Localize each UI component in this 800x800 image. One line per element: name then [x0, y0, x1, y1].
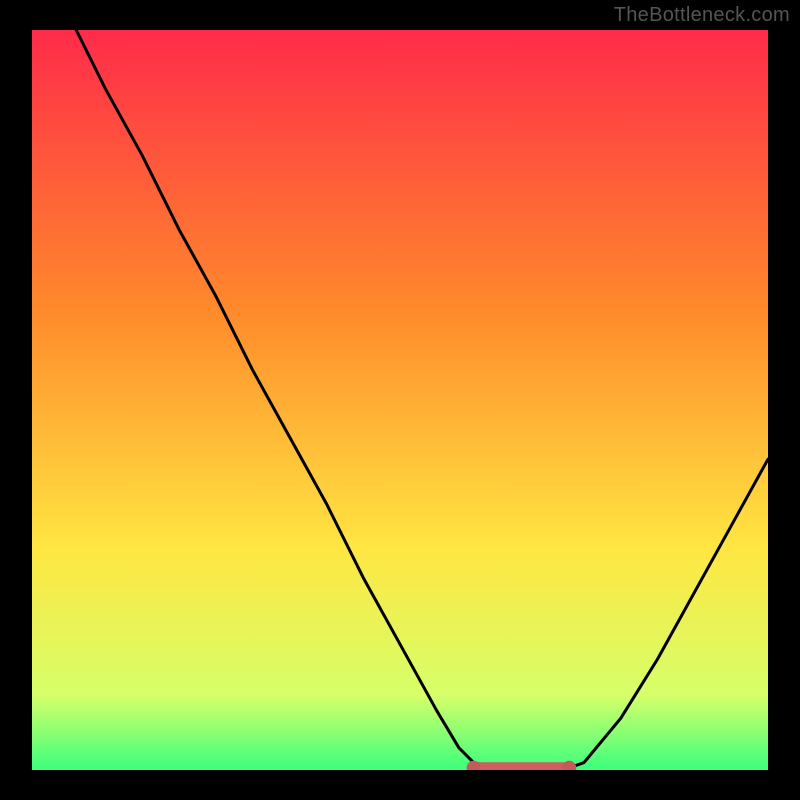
chart-svg: [32, 30, 768, 770]
chart-stage: TheBottleneck.com: [0, 0, 800, 800]
plot-area: [32, 30, 768, 770]
watermark-text: TheBottleneck.com: [614, 4, 790, 27]
